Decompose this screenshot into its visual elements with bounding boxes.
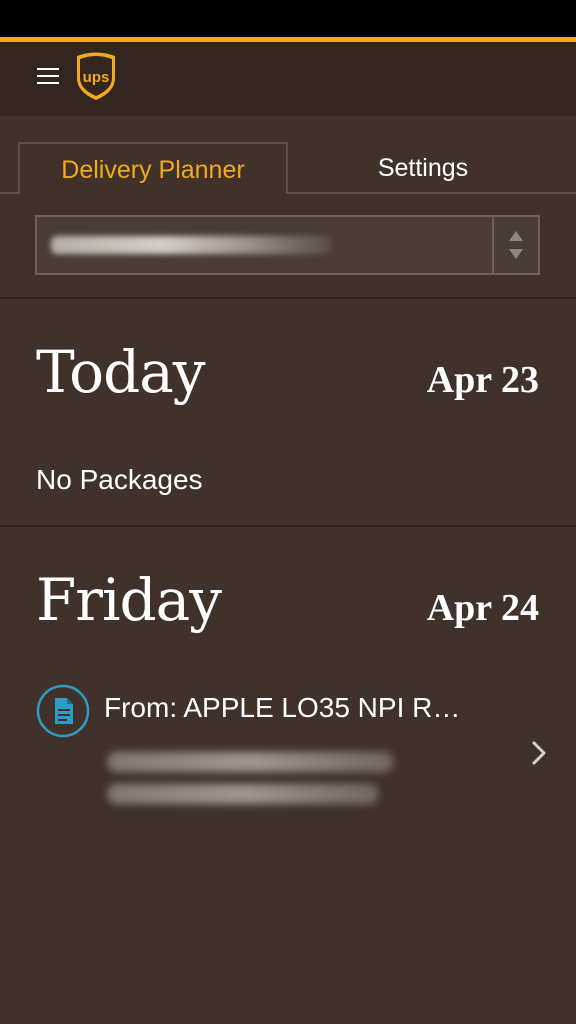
status-bar	[0, 0, 576, 37]
tab-delivery-planner[interactable]: Delivery Planner	[18, 142, 288, 194]
picker-value-redacted	[51, 231, 331, 259]
section-divider	[0, 525, 576, 527]
package-detail-redacted	[108, 784, 378, 804]
package-from-text: From: APPLE LO35 NPI R…	[104, 692, 461, 723]
tab-settings[interactable]: Settings	[288, 142, 558, 194]
chevron-right-icon[interactable]	[530, 738, 548, 768]
document-icon	[36, 684, 90, 738]
day-title-today: Today	[36, 338, 206, 406]
section-divider	[0, 297, 576, 299]
no-packages-text: No Packages	[36, 464, 203, 495]
up-down-arrows-icon[interactable]	[500, 223, 532, 267]
hamburger-icon	[37, 68, 59, 84]
picker-divider	[492, 217, 494, 273]
day-title-friday: Friday	[36, 566, 222, 634]
day-date-friday: Apr 24	[426, 587, 539, 629]
logo-text: ups	[83, 69, 110, 86]
app-header: ups	[0, 42, 576, 116]
tab-bar: Delivery Planner Settings	[0, 116, 576, 194]
package-detail-redacted	[108, 752, 393, 772]
address-picker[interactable]	[35, 215, 540, 275]
package-list-item[interactable]: From: APPLE LO35 NPI R…	[0, 676, 576, 826]
ups-logo[interactable]: ups	[74, 50, 118, 102]
day-date-today: Apr 23	[426, 359, 539, 401]
menu-button[interactable]	[36, 64, 60, 88]
